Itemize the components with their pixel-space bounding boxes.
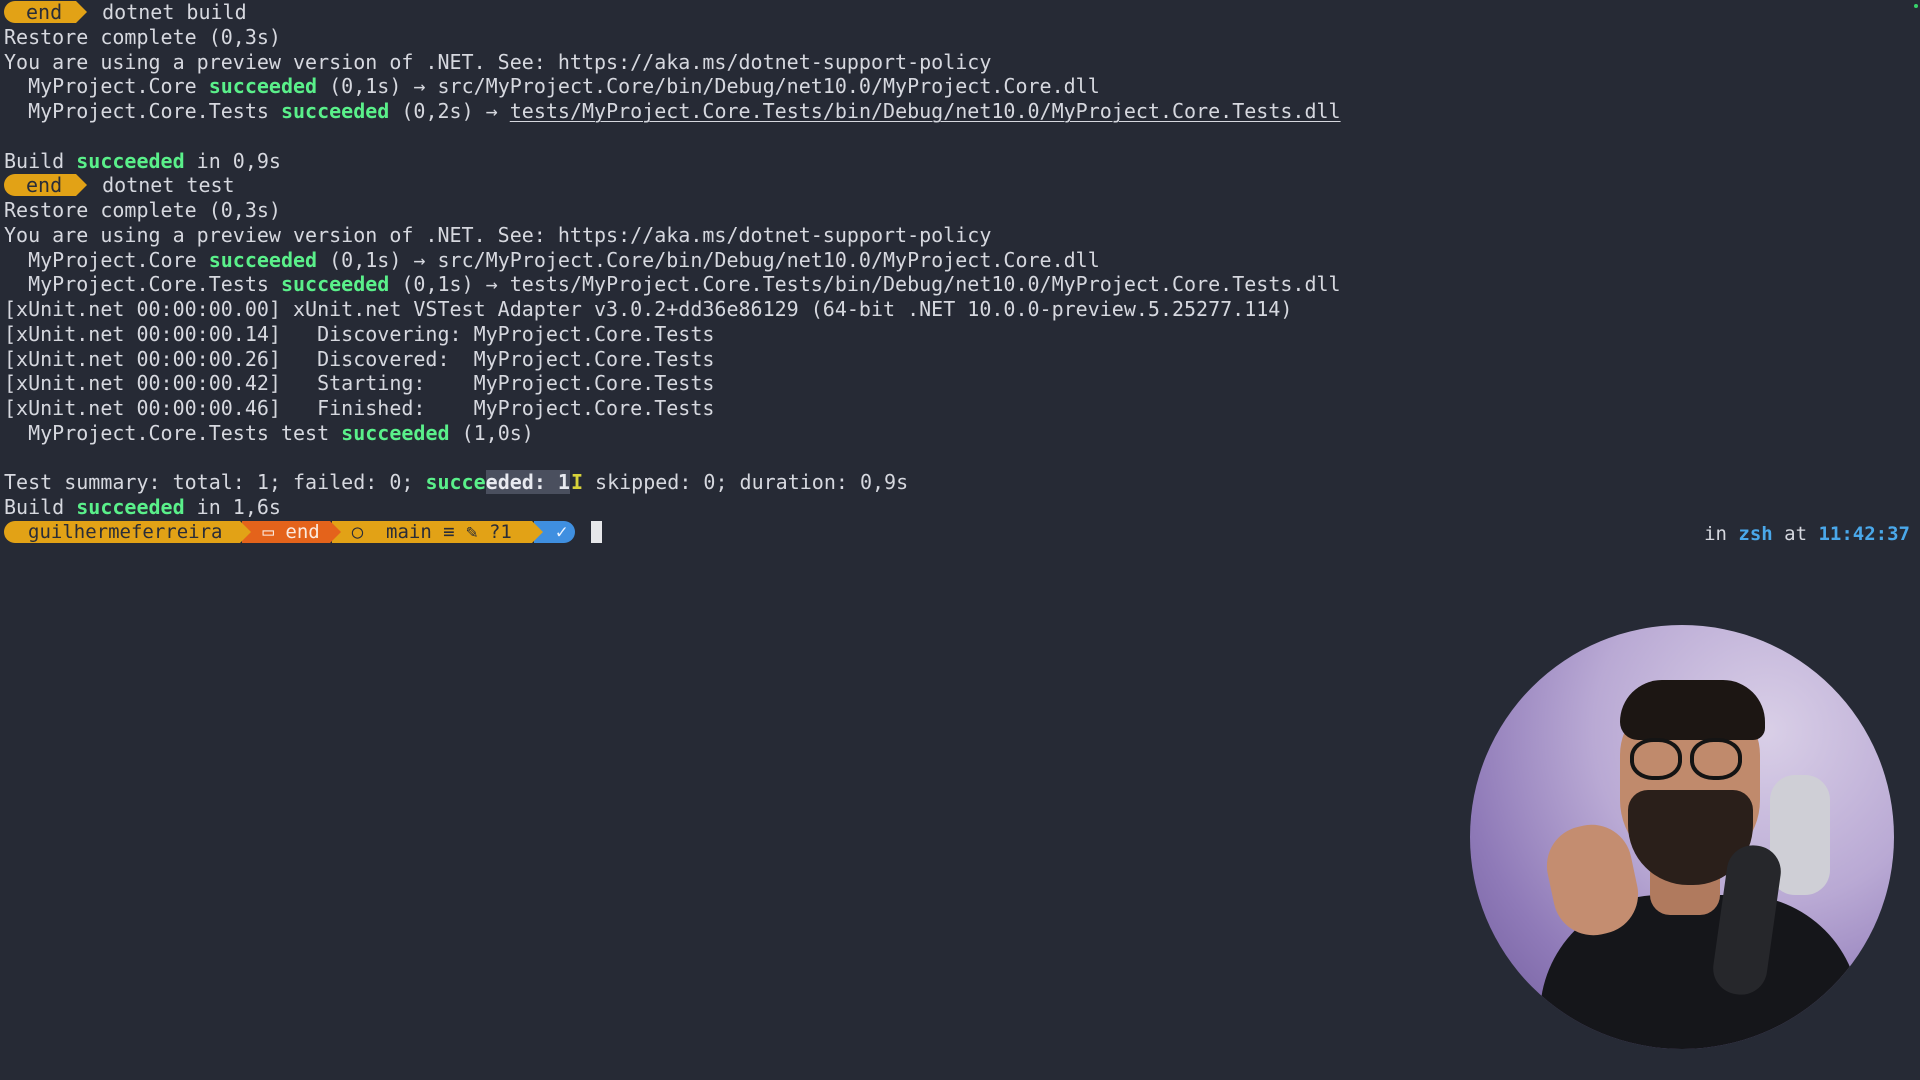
status-succeeded: succeeded [208, 74, 318, 99]
project-name: MyProject.Core [4, 74, 209, 99]
test-summary-line[interactable]: Test summary: total: 1; failed: 0; succe… [4, 470, 1920, 495]
glasses-icon [1690, 738, 1742, 780]
prompt-dir-segment: end [4, 174, 88, 197]
project-result-line: MyProject.Core.Tests succeeded (0,2s) → … [4, 99, 1920, 124]
test-label: MyProject.Core.Tests test [4, 420, 342, 445]
folder-icon: ▭ [262, 520, 274, 543]
status-succeeded: succeeded [76, 148, 185, 173]
status-succeeded: succeeded [280, 272, 390, 297]
prompt-time: 11:42:37 [1818, 523, 1910, 545]
test-result-line: MyProject.Core.Tests test succeeded (1,0… [4, 421, 1920, 446]
restore-line: Restore complete (0,3s) [4, 198, 281, 222]
command-text: dotnet build [102, 0, 247, 24]
project-time: (0,2s) → [389, 99, 510, 123]
xunit-line: [xUnit.net 00:00:00.14] Discovering: MyP… [4, 321, 715, 346]
project-name: MyProject.Core.Tests [4, 99, 281, 123]
status-succeeded: succeeded [341, 420, 450, 445]
right-prompt-in: in [1704, 523, 1739, 545]
build-summary-line: Build succeeded in 0,9s [4, 149, 1920, 174]
xunit-line: [xUnit.net 00:00:00.46] Finished: MyProj… [4, 396, 715, 420]
status-succeeded: succeeded [280, 99, 390, 123]
presenter-webcam [1470, 625, 1894, 1049]
project-result-line: MyProject.Core succeeded (0,1s) → src/My… [4, 248, 1920, 273]
terminal-output[interactable]: end dotnet build Restore complete (0,3s) … [4, 0, 1920, 544]
project-output: (0,1s) → tests/MyProject.Core.Tests/bin/… [389, 272, 1341, 297]
project-output: (0,1s) → src/MyProject.Core/bin/Debug/ne… [317, 74, 1100, 99]
command-text: dotnet test [102, 173, 235, 198]
prompt-directory-segment: ▭ end [242, 520, 341, 543]
shell-name: zsh [1738, 523, 1773, 545]
prompt-dir-segment: end [4, 1, 88, 23]
hair-shape [1620, 680, 1765, 740]
github-icon: ○ [351, 520, 364, 543]
build-label: Build [4, 495, 77, 519]
summary-succeeded-label: succe [425, 470, 486, 495]
check-icon: ✓ [555, 520, 568, 543]
restore-line: Restore complete (0,3s) [4, 24, 281, 49]
build-duration: in 1,6s [184, 495, 281, 519]
text-cursor-icon: I [570, 470, 583, 495]
project-name: MyProject.Core [4, 247, 209, 272]
build-summary-line: Build succeeded in 1,6s [4, 495, 1920, 520]
prompt-git-segment: ○ main ≡ ✎ ?1 [331, 520, 544, 543]
right-prompt: in zsh at 11:42:37 [1704, 523, 1910, 545]
prompt-line-test: end dotnet test [4, 173, 1920, 198]
project-name: MyProject.Core.Tests [4, 272, 281, 297]
glasses-icon [1630, 738, 1682, 780]
status-succeeded: succeeded [76, 495, 185, 519]
prompt-line-build: end dotnet build [4, 0, 1920, 25]
git-branch-status: main ≡ ✎ ?1 [386, 520, 512, 543]
project-result-line: MyProject.Core.Tests succeeded (0,1s) → … [4, 272, 1920, 297]
status-succeeded: succeeded [208, 247, 318, 272]
build-label: Build [4, 148, 77, 173]
test-duration: (1,0s) [449, 420, 534, 445]
summary-counts: Test summary: total: 1; failed: 0; [4, 470, 426, 495]
selected-text[interactable]: eded: 1 [485, 470, 570, 495]
shell-prompt: guilhermeferreira ▭ end ○ main ≡ ✎ ?1 ✓ [4, 520, 1920, 544]
xunit-line: [xUnit.net 00:00:00.26] Discovered: MyPr… [4, 346, 715, 371]
project-output: (0,1s) → src/MyProject.Core/bin/Debug/ne… [317, 247, 1100, 272]
terminal-cursor[interactable] [591, 520, 603, 543]
xunit-line: [xUnit.net 00:00:00.00] xUnit.net VSTest… [4, 297, 1293, 321]
preview-notice: You are using a preview version of .NET.… [4, 49, 992, 74]
prompt-directory: end [285, 520, 320, 543]
xunit-line: [xUnit.net 00:00:00.42] Starting: MyProj… [4, 371, 715, 396]
build-duration: in 0,9s [184, 148, 281, 173]
right-prompt-at: at [1772, 523, 1819, 545]
output-path-link[interactable]: tests/MyProject.Core.Tests/bin/Debug/net… [510, 99, 1341, 123]
prompt-user-segment: guilhermeferreira [4, 520, 252, 543]
preview-notice: You are using a preview version of .NET.… [4, 222, 992, 247]
project-result-line: MyProject.Core succeeded (0,1s) → src/My… [4, 74, 1920, 99]
summary-rest: skipped: 0; duration: 0,9s [583, 470, 909, 495]
